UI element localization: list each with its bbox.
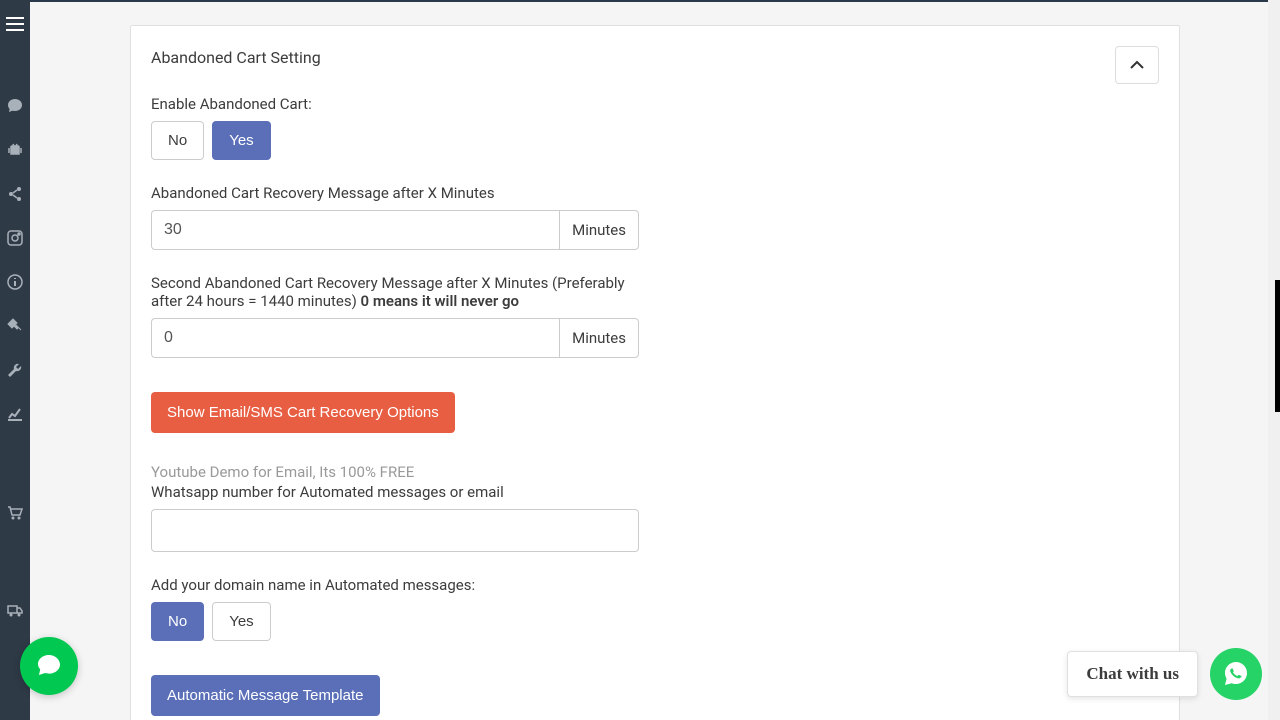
whatsapp-icon [1221, 659, 1251, 689]
section-title: Abandoned Cart Setting [151, 48, 1159, 67]
collapse-button[interactable] [1115, 46, 1159, 84]
whatsapp-input[interactable] [151, 509, 639, 552]
whatsapp-label: Whatsapp number for Automated messages o… [151, 483, 639, 501]
sidebar-nav [7, 98, 23, 618]
info-icon[interactable] [7, 274, 23, 290]
chevron-up-icon [1129, 60, 1145, 70]
whatsapp-group: Whatsapp number for Automated messages o… [151, 483, 639, 552]
domain-label: Add your domain name in Automated messag… [151, 576, 639, 594]
domain-no-button[interactable]: No [151, 602, 204, 641]
chat-icon [35, 652, 63, 680]
second-message-group: Second Abandoned Cart Recovery Message a… [151, 274, 639, 358]
enable-no-button[interactable]: No [151, 121, 204, 160]
template-button[interactable]: Automatic Message Template [151, 675, 380, 716]
cart-icon[interactable] [7, 505, 23, 521]
second-message-input[interactable] [151, 318, 559, 358]
second-message-label-bold: 0 means it will never go [361, 292, 519, 310]
share-icon[interactable] [7, 186, 23, 202]
truck-icon[interactable] [7, 604, 23, 618]
enable-yes-button[interactable]: Yes [212, 121, 270, 160]
settings-card: Abandoned Cart Setting Enable Abandoned … [130, 25, 1180, 720]
chat-fab[interactable] [20, 637, 78, 695]
first-message-group: Abandoned Cart Recovery Message after X … [151, 184, 639, 250]
topbar [0, 0, 1280, 2]
domain-toggle: No Yes [151, 602, 639, 641]
youtube-demo-link[interactable]: Youtube Demo for Email, Its 100% FREE [151, 463, 1159, 481]
first-message-input[interactable] [151, 210, 559, 250]
show-options-button[interactable]: Show Email/SMS Cart Recovery Options [151, 392, 455, 433]
first-message-label: Abandoned Cart Recovery Message after X … [151, 184, 639, 202]
minutes-suffix-2: Minutes [559, 318, 639, 358]
instagram-icon[interactable] [7, 230, 23, 246]
enable-label: Enable Abandoned Cart: [151, 95, 639, 113]
main-content: Abandoned Cart Setting Enable Abandoned … [30, 0, 1280, 720]
second-message-input-group: Minutes [151, 318, 639, 358]
first-message-input-group: Minutes [151, 210, 639, 250]
domain-yes-button[interactable]: Yes [212, 602, 270, 641]
scrollbar-thumb[interactable] [1275, 280, 1280, 412]
pin-icon[interactable] [7, 318, 23, 334]
domain-group: Add your domain name in Automated messag… [151, 576, 639, 641]
whatsapp-widget: Chat with us [1067, 648, 1262, 700]
hamburger-icon[interactable] [0, 0, 30, 48]
comment-icon[interactable] [7, 98, 23, 114]
enable-toggle: No Yes [151, 121, 639, 160]
android-icon[interactable] [8, 142, 22, 158]
second-message-label: Second Abandoned Cart Recovery Message a… [151, 274, 639, 310]
enable-group: Enable Abandoned Cart: No Yes [151, 95, 639, 160]
whatsapp-button[interactable] [1210, 648, 1262, 700]
minutes-suffix: Minutes [559, 210, 639, 250]
chart-icon[interactable] [7, 406, 23, 422]
sidebar [0, 0, 30, 720]
chat-with-us-label[interactable]: Chat with us [1067, 651, 1198, 697]
wrench-icon[interactable] [7, 362, 23, 378]
